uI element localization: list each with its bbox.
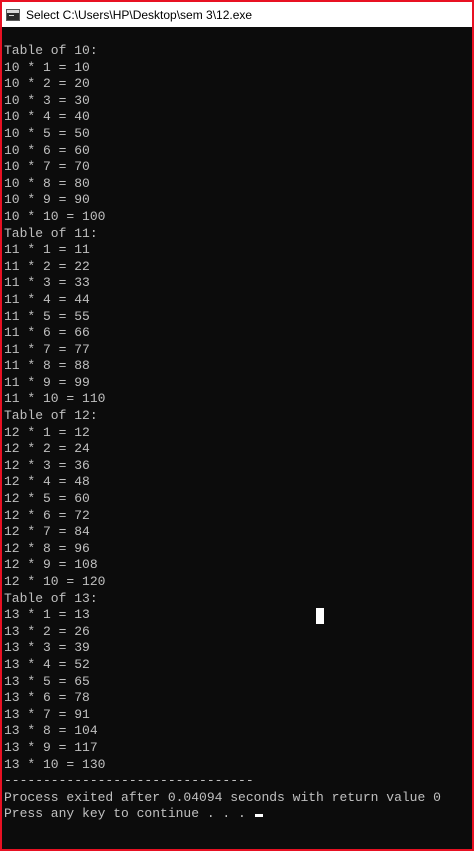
- console-line: 13 * 4 = 52: [4, 656, 90, 672]
- console-line: 13 * 9 = 117: [4, 739, 98, 755]
- continue-prompt: Press any key to continue . . .: [4, 806, 254, 822]
- console-output[interactable]: Table of 10: 10 * 1 = 10 10 * 2 = 20 10 * 3…: [4, 43, 472, 849]
- console-line: 12 * 1 = 12: [4, 424, 90, 440]
- console-line: 10 * 10 = 100: [4, 208, 106, 224]
- console-line: 13 * 3 = 39: [4, 640, 90, 656]
- console-line: 12 * 10 = 120: [4, 574, 106, 589]
- console-line: 10 * 9 = 90: [4, 192, 90, 208]
- console-lines: Table of 10: 10 * 1 = 10 10 * 2 = 20 10 * 3…: [4, 43, 472, 773]
- console-line: 13 * 8 = 104: [4, 723, 98, 739]
- console-line: Table of 11:: [4, 225, 98, 241]
- text-cursor: [254, 814, 263, 818]
- console-window-icon: [6, 8, 20, 21]
- separator-line: --------------------------------: [4, 773, 254, 789]
- exit-message: Process exited after 0.04094 seconds wit…: [4, 789, 441, 805]
- console-line: 12 * 4 = 48: [4, 474, 90, 490]
- console-line: 11 * 4 = 44: [4, 291, 90, 307]
- console-line: 12 * 7 = 84: [4, 524, 90, 540]
- console-line: 10 * 1 = 10: [4, 59, 90, 75]
- console-line: 12 * 8 = 96: [4, 540, 90, 556]
- console-line: 13 * 1 = 13: [4, 607, 90, 623]
- console-line: 12 * 3 = 36: [4, 457, 90, 473]
- console-window[interactable]: Select C:\Users\HP\Desktop\sem 3\12.exe …: [0, 0, 474, 851]
- console-line: 13 * 2 = 26: [4, 623, 90, 639]
- console-line: 10 * 6 = 60: [4, 142, 90, 158]
- console-line: 10 * 4 = 40: [4, 109, 90, 125]
- console-line: 11 * 6 = 66: [4, 325, 90, 341]
- console-line: 11 * 5 = 55: [4, 308, 90, 324]
- console-line: 10 * 2 = 20: [4, 76, 90, 92]
- console-line: 13 * 5 = 65: [4, 673, 90, 689]
- console-line: 12 * 9 = 108: [4, 557, 98, 573]
- console-line: 11 * 2 = 22: [4, 258, 90, 274]
- console-line: 12 * 5 = 60: [4, 491, 90, 507]
- console-line: 11 * 7 = 77: [4, 341, 90, 357]
- console-line: 12 * 2 = 24: [4, 441, 90, 457]
- console-line: 10 * 8 = 80: [4, 175, 90, 191]
- console-line: 11 * 8 = 88: [4, 358, 90, 374]
- console-line: 10 * 5 = 50: [4, 125, 90, 141]
- console-line: 13 * 7 = 91: [4, 706, 90, 722]
- console-line: Table of 13:: [4, 590, 98, 606]
- mouse-text-cursor: [316, 608, 324, 624]
- console-line: 10 * 3 = 30: [4, 92, 90, 108]
- console-line: 11 * 3 = 33: [4, 275, 90, 291]
- console-line: 12 * 6 = 72: [4, 507, 90, 523]
- console-line: Table of 12:: [4, 408, 98, 424]
- console-line: 10 * 7 = 70: [4, 159, 90, 175]
- console-line: 11 * 1 = 11: [4, 242, 90, 258]
- console-line: 13 * 10 = 130: [4, 756, 106, 772]
- console-line: 11 * 9 = 99: [4, 374, 90, 390]
- console-line: Table of 10:: [4, 43, 98, 58]
- console-line: 13 * 6 = 78: [4, 690, 90, 706]
- window-title: Select C:\Users\HP\Desktop\sem 3\12.exe: [26, 7, 253, 22]
- console-line: 11 * 10 = 110: [4, 391, 106, 407]
- title-bar[interactable]: Select C:\Users\HP\Desktop\sem 3\12.exe: [2, 2, 472, 27]
- continue-prompt-line: Press any key to continue . . .: [4, 806, 472, 823]
